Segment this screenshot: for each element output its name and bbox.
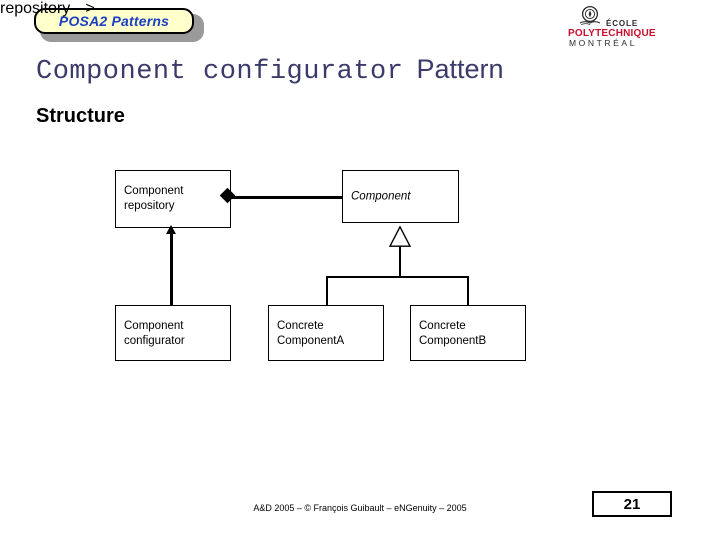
- uml-class-label: Concrete ComponentA: [277, 320, 345, 347]
- generalization-drop-a: [326, 276, 328, 305]
- page-number-box: 21: [592, 491, 672, 517]
- slide-canvas: POSA2 Patterns ÉCOLE POLYTECHNIQUE MONTR…: [0, 0, 720, 540]
- uml-class-concrete-component-b[interactable]: Concrete ComponentB: [410, 305, 526, 361]
- uml-class-concrete-component-a[interactable]: Concrete ComponentA: [268, 305, 384, 361]
- generalization-crossbar: [326, 276, 468, 278]
- uml-class-component-repository[interactable]: Component repository: [115, 170, 231, 228]
- composition-edge: [231, 196, 342, 199]
- association-edge: [170, 232, 173, 305]
- uml-class-label: Component configurator: [124, 320, 185, 347]
- filled-arrowhead-icon: [166, 225, 176, 234]
- uml-class-label: Component repository: [124, 185, 184, 212]
- page-number: 21: [623, 495, 641, 513]
- uml-class-component[interactable]: Component: [342, 170, 459, 223]
- generalization-stem: [399, 246, 401, 277]
- uml-class-label: Component: [351, 190, 411, 202]
- uml-class-diagram: repository --> Component repository Comp…: [0, 0, 720, 540]
- uml-class-label: Concrete ComponentB: [419, 320, 487, 347]
- generalization-hollow-triangle-icon: [389, 226, 411, 247]
- generalization-drop-b: [467, 276, 469, 305]
- uml-class-component-configurator[interactable]: Component configurator: [115, 305, 231, 361]
